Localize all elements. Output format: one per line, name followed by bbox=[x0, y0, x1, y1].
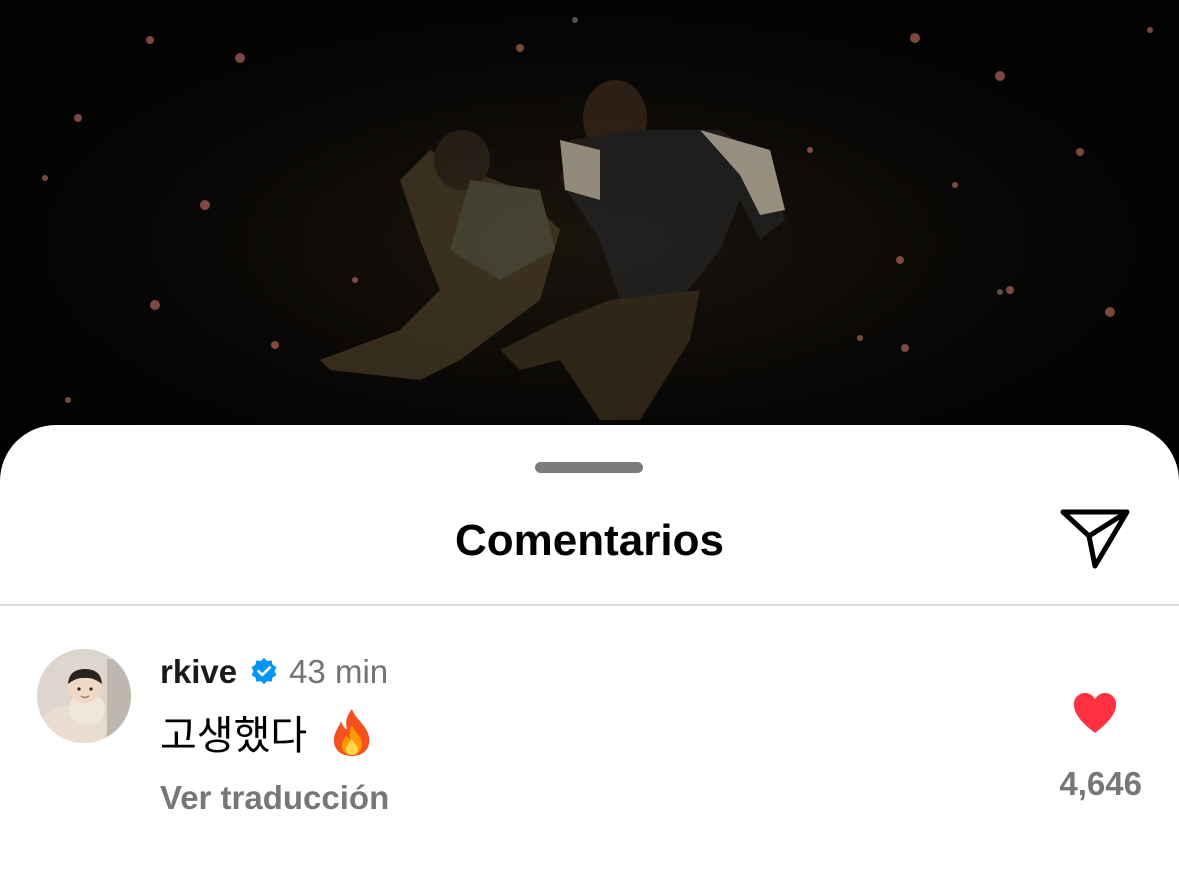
comments-sheet: Comentarios rkive 43 min 고생했다 Ver traduc… bbox=[0, 425, 1179, 878]
avatar[interactable] bbox=[37, 649, 131, 743]
header-divider bbox=[0, 604, 1179, 606]
comment-header: rkive 43 min bbox=[160, 651, 388, 693]
comment-text: 고생했다 bbox=[160, 714, 308, 758]
like-count: 4,646 bbox=[1059, 765, 1142, 802]
drag-handle[interactable] bbox=[535, 462, 643, 473]
comment-body: 고생했다 bbox=[160, 707, 375, 758]
see-translation-link[interactable]: Ver traducción bbox=[160, 779, 389, 817]
post-photo-art bbox=[42, 17, 1153, 420]
avatar-image bbox=[37, 649, 131, 743]
comment-time: 43 min bbox=[289, 653, 389, 690]
heart-icon[interactable] bbox=[1071, 691, 1119, 735]
comment-username[interactable]: rkive bbox=[160, 653, 237, 691]
verified-badge-icon bbox=[251, 658, 277, 685]
paper-plane-icon[interactable] bbox=[1058, 505, 1132, 571]
post-image bbox=[0, 0, 1179, 440]
sheet-title: Comentarios bbox=[455, 516, 724, 565]
fire-emoji bbox=[334, 709, 370, 756]
